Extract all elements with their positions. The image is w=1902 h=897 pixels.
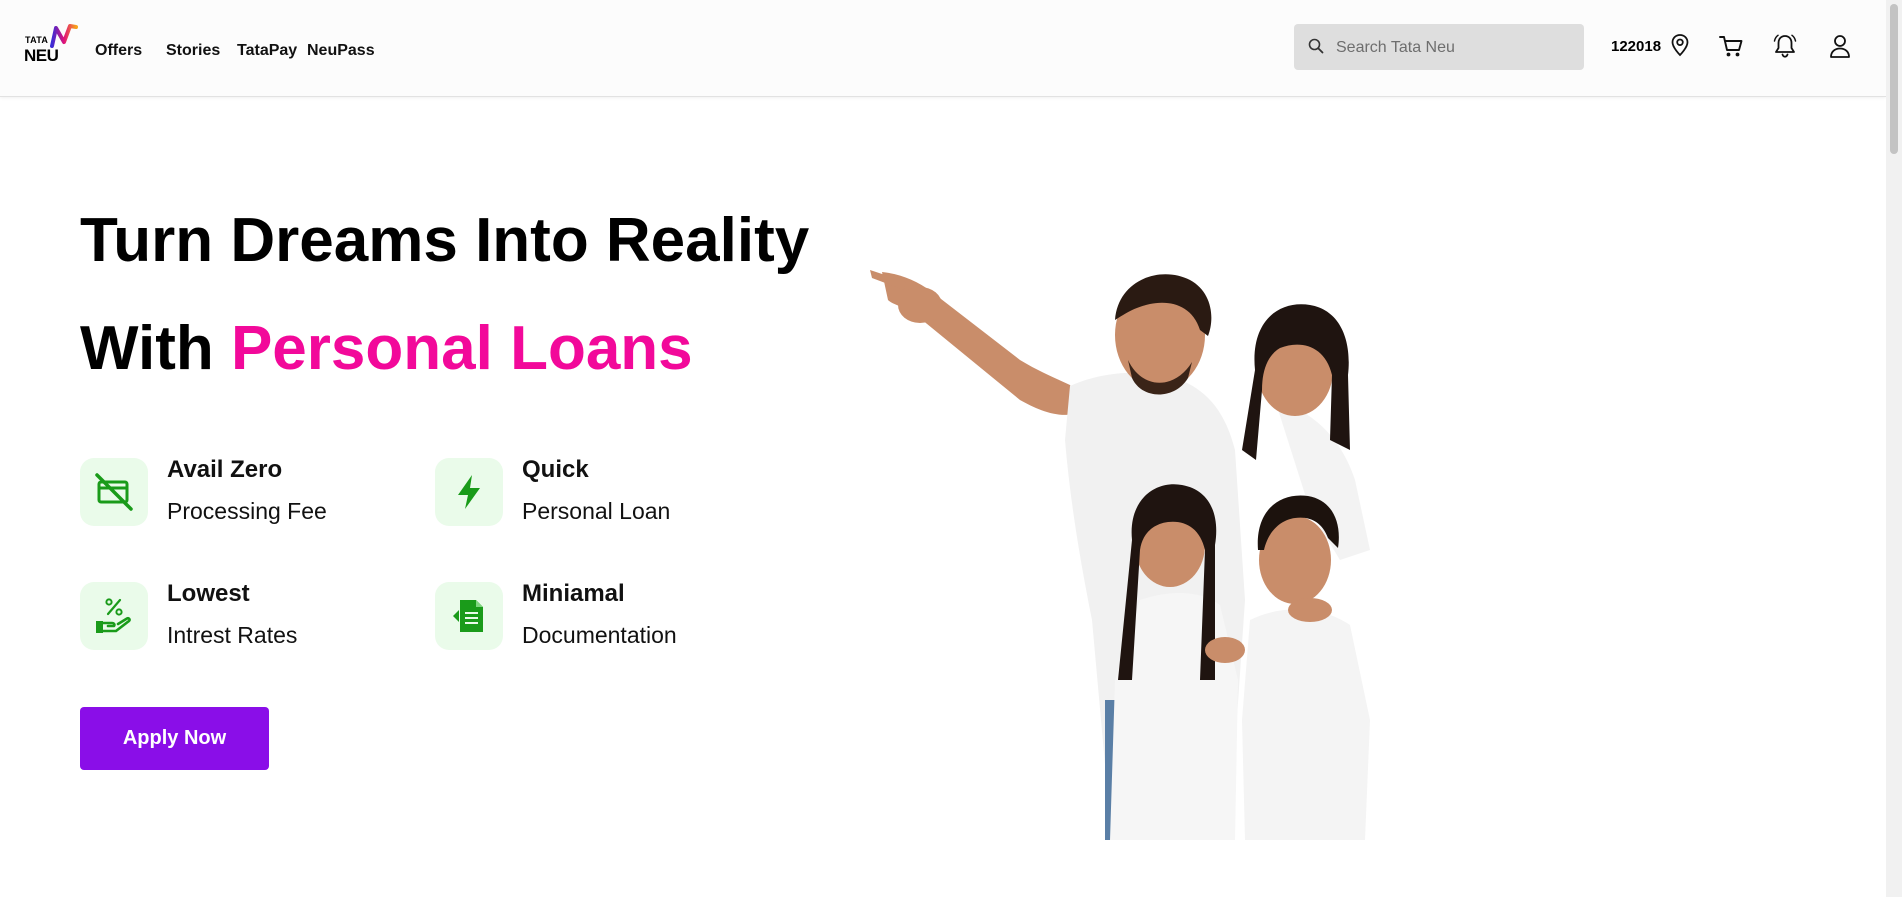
- lightning-icon: [458, 475, 480, 509]
- search-bar[interactable]: [1294, 24, 1584, 72]
- feature-title: Miniamal: [522, 580, 625, 607]
- zero-fee-feature-icon: [80, 458, 148, 526]
- search-input[interactable]: [1334, 24, 1578, 72]
- neu-logo-mark-icon: [50, 24, 78, 48]
- hero-headline-line2: With Personal Loans: [80, 318, 693, 380]
- hero-headline-accent: Personal Loans: [230, 314, 693, 383]
- feature-subtitle: Documentation: [522, 622, 677, 648]
- hero-headline-line1: Turn Dreams Into Reality: [80, 206, 810, 275]
- nav-stories[interactable]: Stories: [166, 42, 220, 60]
- scrollbar-thumb[interactable]: [1890, 4, 1898, 154]
- nav-offers[interactable]: Offers: [95, 42, 142, 60]
- no-card-icon: [95, 473, 133, 511]
- user-icon[interactable]: [1828, 33, 1852, 59]
- lowest-rates-feature-icon: [80, 582, 148, 650]
- feature-subtitle: Processing Fee: [167, 498, 327, 524]
- location-pin-icon[interactable]: [1670, 33, 1690, 57]
- hero-headline-prefix: With: [80, 314, 214, 383]
- feature-subtitle: Personal Loan: [522, 498, 671, 524]
- bell-icon[interactable]: [1773, 33, 1797, 59]
- family-pointing-photo: [870, 270, 1370, 840]
- nav-neupass[interactable]: NeuPass: [307, 42, 375, 60]
- apply-now-button[interactable]: Apply Now: [80, 707, 269, 770]
- nav-tatapay[interactable]: TataPay: [237, 42, 297, 60]
- cart-icon[interactable]: [1718, 33, 1744, 59]
- pincode-label[interactable]: 122018: [1611, 38, 1661, 55]
- feature-subtitle: Intrest Rates: [167, 622, 298, 648]
- search-icon: [1308, 38, 1324, 54]
- documentation-feature-icon: [435, 582, 503, 650]
- feature-title: Lowest: [167, 580, 250, 607]
- percent-hand-icon: [96, 598, 131, 633]
- tata-neu-logo[interactable]: TATA NEU: [24, 24, 80, 65]
- document-icon: [453, 600, 483, 632]
- feature-title: Quick: [522, 456, 589, 483]
- logo-text-tata: TATA: [25, 35, 49, 45]
- top-navbar: TATA NEU Offers Stories TataPay NeuPass …: [0, 0, 1886, 97]
- quick-loan-feature-icon: [435, 458, 503, 526]
- feature-title: Avail Zero: [167, 456, 283, 483]
- logo-text-neu: NEU: [24, 46, 59, 65]
- page-scrollbar[interactable]: [1886, 0, 1902, 897]
